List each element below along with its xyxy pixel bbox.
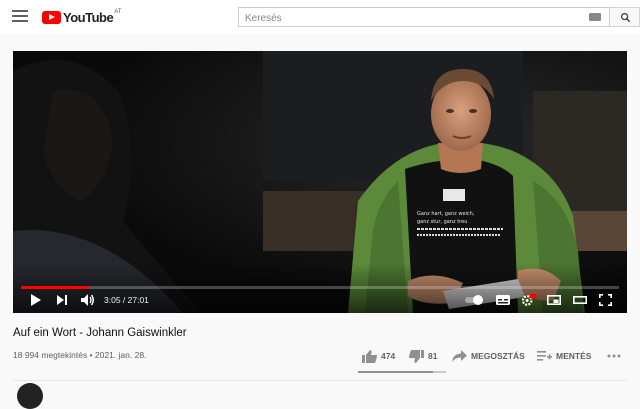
channel-avatar[interactable] [17, 383, 43, 409]
youtube-logo[interactable]: YouTube AT [42, 9, 121, 25]
save-label: MENTÉS [556, 351, 592, 361]
share-icon [452, 350, 467, 362]
theater-icon[interactable] [573, 294, 587, 306]
fullscreen-icon[interactable] [599, 294, 612, 306]
subtitles-icon[interactable] [496, 294, 510, 306]
keyboard-icon[interactable] [589, 13, 601, 21]
share-button[interactable]: MEGOSZTÁS [452, 349, 525, 363]
share-label: MEGOSZTÁS [471, 351, 525, 361]
miniplayer-icon[interactable] [547, 294, 561, 306]
menu-icon[interactable] [12, 10, 28, 24]
search-button[interactable] [610, 7, 640, 27]
divider [13, 380, 627, 381]
search-icon [621, 13, 631, 23]
save-button[interactable]: MENTÉS [537, 349, 591, 363]
more-icon [607, 354, 621, 358]
shirt-text: ganz stur, ganz treu [417, 219, 467, 225]
settings-icon[interactable] [521, 294, 537, 306]
like-icon [362, 349, 377, 363]
progress-played [21, 286, 90, 289]
volume-icon[interactable] [81, 294, 95, 306]
masthead: YouTube AT [0, 0, 640, 34]
video-meta: 18 994 megtekintés • 2021. jan. 28. [13, 350, 147, 360]
play-icon[interactable] [30, 294, 41, 306]
more-actions-button[interactable] [607, 349, 625, 363]
logo-country-code: AT [114, 9, 122, 15]
sentiment-bar [358, 371, 446, 373]
dislike-count: 81 [428, 351, 438, 361]
shirt-text: Ganz hart, ganz weich, [417, 211, 475, 217]
next-icon[interactable] [57, 294, 68, 306]
time-display: 3:05 / 27:01 [104, 295, 149, 305]
dislike-button[interactable]: 81 [409, 349, 437, 363]
autoplay-toggle-icon[interactable] [465, 294, 485, 306]
video-player[interactable]: Ganz hart, ganz weich, ganz stur, ganz t… [13, 51, 627, 313]
logo-text: YouTube [63, 9, 114, 25]
like-button[interactable]: 474 [362, 349, 395, 363]
dislike-icon [409, 349, 424, 363]
progress-bar[interactable] [21, 286, 619, 289]
video-title: Auf ein Wort - Johann Gaiswinkler [13, 327, 187, 339]
youtube-logo-icon [42, 10, 61, 24]
sentiment-fill [358, 371, 434, 373]
search-input[interactable] [239, 9, 579, 28]
like-count: 474 [381, 351, 396, 361]
save-playlist-icon [537, 351, 552, 361]
search-box [238, 7, 610, 28]
